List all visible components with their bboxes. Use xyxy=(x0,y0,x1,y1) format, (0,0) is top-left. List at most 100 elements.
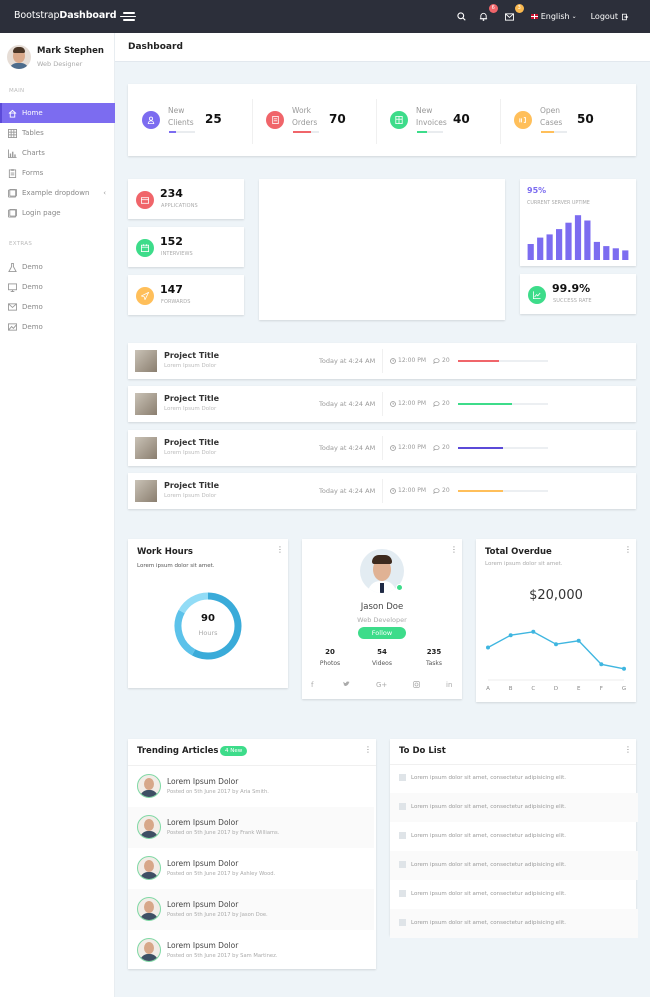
stat-label: Orders xyxy=(292,118,318,127)
todo-text: Lorem ipsum dolor sit amet, consectetur … xyxy=(411,833,567,839)
grid-icon xyxy=(8,128,17,138)
article-item[interactable]: Lorem Ipsum Dolor Posted on 5th June 2017… xyxy=(128,848,374,889)
project-title: Project Title xyxy=(164,394,220,403)
window-icon xyxy=(8,208,17,218)
sidebar-item-demo-4[interactable]: Demo xyxy=(0,317,115,337)
sidebar-item-login-page[interactable]: Login page xyxy=(0,203,115,223)
project-time: 12:00 PM xyxy=(390,487,426,494)
logout-button[interactable]: Logout xyxy=(591,12,630,21)
stat-label: New xyxy=(416,106,433,115)
search-button[interactable] xyxy=(455,10,469,24)
article-item[interactable]: Lorem Ipsum Dolor Posted on 5th June 2017… xyxy=(128,766,374,807)
notifications-button[interactable]: 6 xyxy=(477,3,498,24)
uk-flag-icon xyxy=(530,14,538,19)
article-item[interactable]: Lorem Ipsum Dolor Posted on 5th June 2017… xyxy=(128,930,374,971)
article-item[interactable]: Lorem Ipsum Dolor Posted on 5th June 2017… xyxy=(128,807,374,848)
paper-plane-icon xyxy=(136,287,154,305)
sidebar-item-demo-2[interactable]: Demo xyxy=(0,277,115,297)
donut-segment xyxy=(178,592,209,614)
project-row[interactable]: Project Title Lorem Ipsum Dolor Today at 4… xyxy=(128,386,636,422)
project-row[interactable]: Project Title Lorem Ipsum Dolor Today at 4… xyxy=(128,473,636,509)
todo-checkbox[interactable] xyxy=(399,803,406,810)
article-meta: Posted on 5th June 2017 by Aria Smith. xyxy=(167,789,269,795)
todo-text: Lorem ipsum dolor sit amet, consectetur … xyxy=(411,862,567,868)
calendar-icon xyxy=(136,239,154,257)
x-tick-label: F xyxy=(600,686,603,692)
article-item[interactable]: Lorem Ipsum Dolor Posted on 5th June 2017… xyxy=(128,889,374,930)
stat-progress xyxy=(417,131,443,133)
todo-checkbox[interactable] xyxy=(399,861,406,868)
x-tick-label: G xyxy=(622,686,626,692)
project-progress xyxy=(458,403,548,405)
todo-checkbox[interactable] xyxy=(399,890,406,897)
linkedin-icon[interactable]: in xyxy=(446,681,452,689)
more-options-icon[interactable]: ⋮ xyxy=(624,746,632,754)
project-time: 12:00 PM xyxy=(390,357,426,364)
project-row[interactable]: Project Title Lorem Ipsum Dolor Today at 4… xyxy=(128,430,636,466)
sidebar-item-demo-3[interactable]: Demo xyxy=(0,297,115,317)
todo-checkbox[interactable] xyxy=(399,774,406,781)
more-options-icon[interactable]: ⋮ xyxy=(624,546,632,554)
todo-checkbox[interactable] xyxy=(399,919,406,926)
sidebar-profile[interactable]: Mark Stephen Web Designer xyxy=(7,45,104,69)
chevron-left-icon: ‹ xyxy=(103,189,106,197)
window-icon xyxy=(8,188,17,198)
stat-label: Cases xyxy=(540,118,563,127)
sidebar-item-demo-1[interactable]: Demo xyxy=(0,257,115,277)
envelope-icon xyxy=(505,12,515,21)
follow-button[interactable]: Follow xyxy=(358,627,406,639)
sidebar-item-home[interactable]: Home xyxy=(0,103,115,123)
instagram-icon[interactable] xyxy=(413,681,420,690)
sidebar-item-forms[interactable]: Forms xyxy=(0,163,115,183)
stat-progress-fill xyxy=(541,131,554,133)
mail-icon xyxy=(8,303,17,312)
messages-button[interactable]: 3 xyxy=(503,3,524,24)
videos-stat: 54 Videos xyxy=(362,648,402,667)
twitter-icon[interactable] xyxy=(343,681,350,689)
todo-checkbox[interactable] xyxy=(399,832,406,839)
menu-line xyxy=(123,12,135,14)
overdue-point xyxy=(531,629,536,634)
more-options-icon[interactable]: ⋮ xyxy=(364,746,372,754)
home-icon xyxy=(8,109,17,118)
sidebar-item-example-dropdown[interactable]: Example dropdown ‹ xyxy=(0,183,115,203)
project-progress xyxy=(458,447,548,449)
project-row[interactable]: Project Title Lorem Ipsum Dolor Today at 4… xyxy=(128,343,636,379)
brand-bold-text: Dashboard xyxy=(59,10,117,21)
success-rate-caption: SUCCESS RATE xyxy=(553,298,592,304)
stat-progress xyxy=(541,131,567,133)
overdue-line xyxy=(487,631,625,670)
bar-chart-icon xyxy=(8,148,17,158)
uptime-value: 95% xyxy=(527,186,547,195)
google-plus-icon[interactable]: G+ xyxy=(376,681,387,689)
trend-icon xyxy=(528,286,546,304)
sidebar-toggle-button[interactable] xyxy=(120,11,136,21)
stat-work-orders: Work Orders 70 xyxy=(252,84,376,156)
sidebar-item-label: Demo xyxy=(22,283,43,291)
total-overdue-title: Total Overdue xyxy=(485,547,552,557)
videos-label: Videos xyxy=(372,660,392,667)
brand-logo[interactable]: BootstrapDashboard xyxy=(14,10,117,21)
todo-text: Lorem ipsum dolor sit amet, consectetur … xyxy=(411,920,567,926)
x-tick-label: A xyxy=(486,686,490,692)
overdue-point xyxy=(576,638,581,643)
sidebar-item-charts[interactable]: Charts xyxy=(0,143,115,163)
more-options-icon[interactable]: ⋮ xyxy=(276,546,284,554)
forwards-card: 147 FORWARDS xyxy=(128,275,244,315)
facebook-icon[interactable]: f xyxy=(311,681,313,689)
online-status-dot xyxy=(396,584,403,591)
sidebar-item-tables[interactable]: Tables xyxy=(0,123,115,143)
project-comment-count: 20 xyxy=(442,444,450,451)
uptime-bar xyxy=(556,229,563,260)
more-options-icon[interactable]: ⋮ xyxy=(450,546,458,554)
success-rate-card: 99.9% SUCCESS RATE xyxy=(520,274,636,314)
stat-progress-fill xyxy=(169,131,176,133)
bell-icon xyxy=(480,12,488,21)
work-hours-donut-chart xyxy=(174,592,242,660)
stat-open-cases: Open Cases 50 xyxy=(500,84,624,156)
project-title: Project Title xyxy=(164,481,220,490)
language-dropdown[interactable]: English ⌄ xyxy=(530,12,577,21)
avatar xyxy=(7,45,31,69)
section-heading-extras: EXTRAS xyxy=(9,241,33,247)
clock-icon xyxy=(390,487,396,494)
